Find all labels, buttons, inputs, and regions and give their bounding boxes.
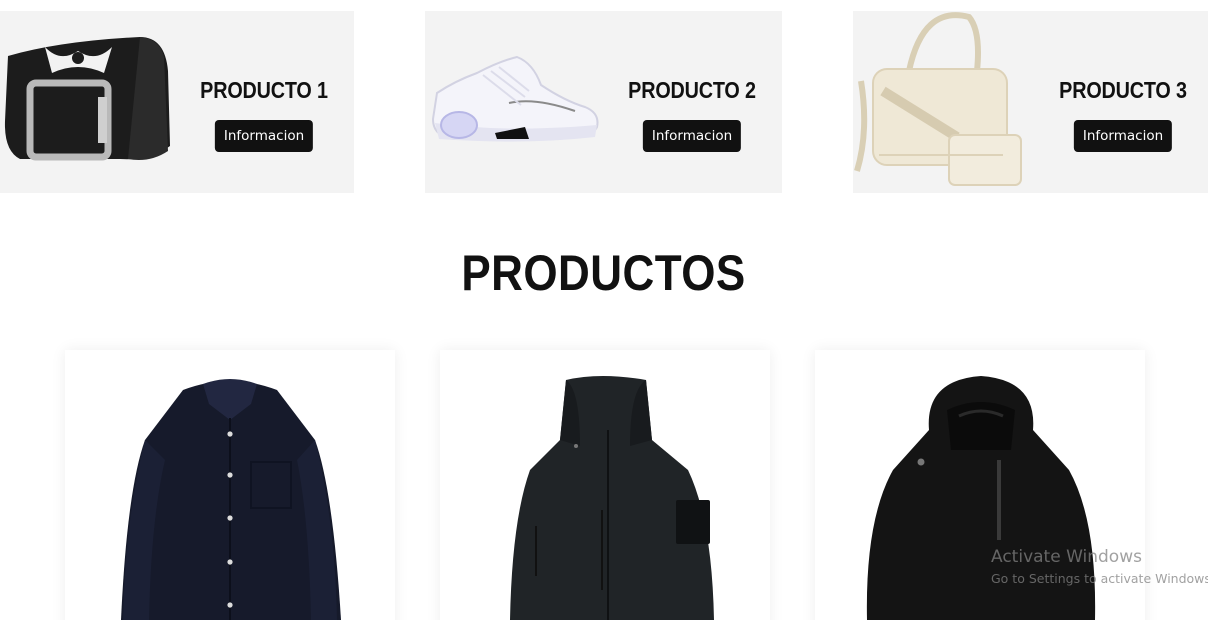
featured-title: PRODUCTO 1: [200, 77, 328, 103]
sneaker-image[interactable]: [425, 11, 605, 193]
featured-card-3: PRODUCTO 3 Informacion: [853, 11, 1208, 193]
info-button[interactable]: Informacion: [642, 120, 742, 152]
belt-image[interactable]: [0, 11, 180, 193]
featured-card-2: PRODUCTO 2 Informacion: [425, 11, 782, 193]
softshell-jacket-image: [510, 376, 714, 620]
bag-image[interactable]: [853, 11, 1033, 193]
product-card-2[interactable]: [440, 350, 770, 620]
featured-title: PRODUCTO 2: [628, 77, 756, 103]
product-card-1[interactable]: [65, 350, 395, 620]
section-title: PRODUCTOS: [0, 244, 1208, 302]
section-title-text: PRODUCTOS: [461, 245, 747, 301]
featured-card-1: PRODUCTO 1 Informacion: [0, 11, 354, 193]
dress-shirt-image: [121, 379, 341, 620]
hooded-jacket-image: [866, 376, 1096, 620]
info-button[interactable]: Informacion: [1073, 120, 1173, 152]
featured-title: PRODUCTO 3: [1059, 77, 1187, 103]
info-button[interactable]: Informacion: [214, 120, 314, 152]
product-card-3[interactable]: [815, 350, 1145, 620]
